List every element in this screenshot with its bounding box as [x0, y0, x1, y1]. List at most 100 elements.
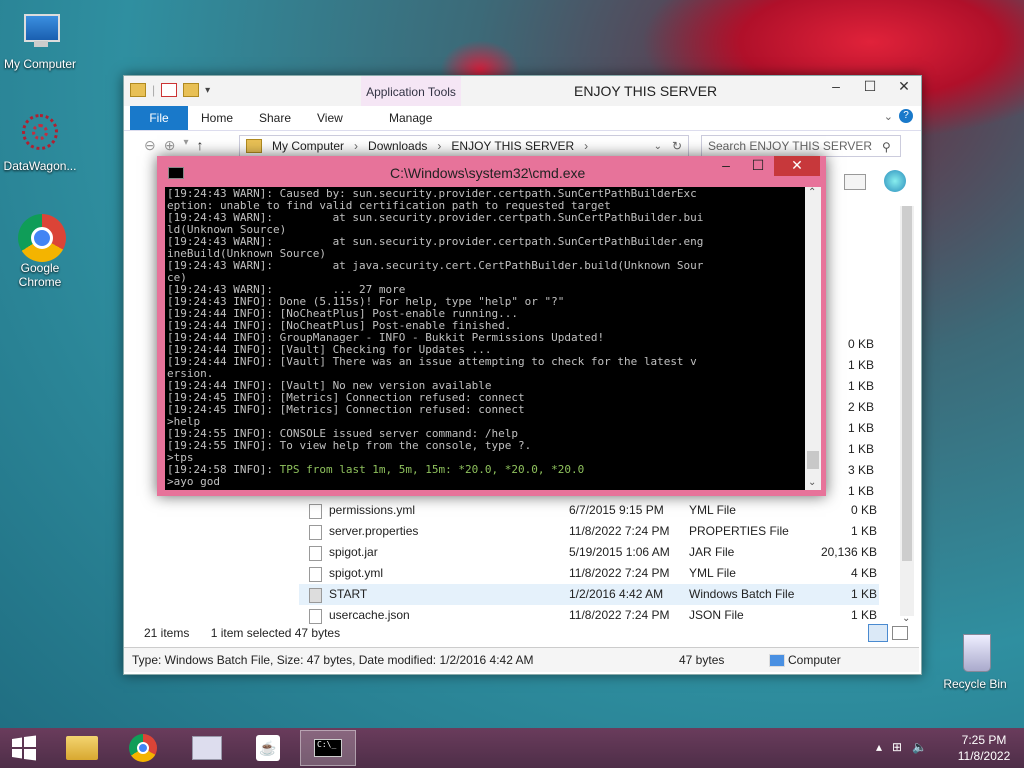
details-location: Computer [788, 653, 841, 667]
large-icons-view-icon[interactable] [892, 626, 908, 640]
minimize-button[interactable]: – [819, 76, 853, 98]
details-view-icon[interactable] [868, 624, 888, 642]
console-line: [19:24:55 INFO]: To view help from the c… [167, 439, 532, 452]
taskbar-java[interactable]: ☕ [240, 730, 296, 766]
console-line: [19:24:44 INFO]: [Vault] There was an is… [167, 355, 697, 368]
breadcrumb-item[interactable]: My Computer [272, 139, 344, 153]
search-input[interactable]: Search ENJOY THIS SERVER [701, 135, 901, 157]
file-type: JSON File [689, 608, 744, 622]
item-count: 21 items [144, 626, 190, 640]
cmd-icon [168, 167, 184, 179]
quick-access-toolbar: | ▾ [130, 83, 210, 97]
clock[interactable]: 7:25 PM 11/8/2022 [954, 732, 1014, 764]
file-name: spigot.jar [329, 545, 378, 559]
taskbar-task-manager[interactable] [178, 730, 234, 766]
start-button[interactable] [0, 730, 48, 766]
tab-manage[interactable]: Manage [389, 106, 432, 130]
chevron-right-icon[interactable]: › [354, 139, 358, 153]
close-button[interactable]: ✕ [887, 76, 921, 98]
taskbar-file-explorer[interactable] [54, 730, 110, 766]
windows-icon [12, 735, 36, 761]
breadcrumb-item[interactable]: ENJOY THIS SERVER [451, 139, 574, 153]
address-dropdown-icon[interactable]: ⌄ [654, 141, 662, 152]
folder-icon [246, 139, 262, 153]
scroll-up-icon[interactable]: ⌃ [808, 187, 816, 198]
close-button[interactable]: ✕ [774, 156, 820, 176]
cmd-titlebar[interactable]: C:\Windows\system32\cmd.exe – ☐ ✕ [157, 156, 826, 186]
details-size: 47 bytes [679, 653, 725, 667]
file-name: spigot.yml [329, 566, 384, 580]
expand-ribbon-icon[interactable]: ⌄ [884, 110, 893, 123]
folder-icon [66, 736, 98, 760]
list-item[interactable]: spigot.jar 5/19/2015 1:06 AM JAR File 20… [299, 542, 879, 563]
window-title: ENJOY THIS SERVER [574, 83, 718, 99]
list-item[interactable]: permissions.yml 6/7/2015 9:15 PM YML Fil… [299, 500, 879, 521]
desktop-icon-datawagon[interactable]: DataWagon... [0, 112, 80, 173]
datawagon-icon [18, 112, 62, 156]
network-icon[interactable]: ⊞ [892, 740, 902, 754]
minimize-button[interactable]: – [710, 156, 742, 176]
recent-locations-icon[interactable]: ▾ [183, 137, 188, 154]
refresh-icon[interactable]: ↻ [672, 139, 682, 153]
desktop-icon-label: My Computer [3, 57, 77, 71]
desktop-icon-recycle-bin[interactable]: Recycle Bin [935, 630, 1015, 691]
chevron-right-icon[interactable]: › [437, 139, 441, 153]
tab-file[interactable]: File [130, 106, 188, 130]
scroll-down-icon[interactable]: ⌄ [902, 613, 910, 624]
list-item-selected[interactable]: START 1/2/2016 4:42 AM Windows Batch Fil… [299, 584, 879, 605]
forward-icon[interactable]: ⊕ [164, 137, 176, 154]
file-size: 1 KB [850, 608, 877, 622]
file-date: 11/8/2022 7:24 PM [569, 608, 670, 622]
list-item[interactable]: server.properties 11/8/2022 7:24 PM PROP… [299, 521, 879, 542]
console-output[interactable]: [19:24:43 WARN]: Caused by: sun.security… [165, 187, 805, 490]
console-line: [19:24:43 WARN]: at java.security.cert.C… [167, 259, 704, 272]
taskbar: ☕ C:\_ ▴ ⊞ 🔈 7:25 PM 11/8/2022 [0, 728, 1024, 768]
cmd-window[interactable]: C:\Windows\system32\cmd.exe – ☐ ✕ [19:24… [157, 156, 826, 496]
tab-home[interactable]: Home [201, 106, 233, 130]
dropdown-icon[interactable]: ▾ [205, 85, 210, 96]
up-icon[interactable]: ↑ [197, 137, 204, 154]
taskbar-cmd[interactable]: C:\_ [300, 730, 356, 766]
properties-icon[interactable] [161, 83, 178, 97]
file-date: 11/8/2022 7:24 PM [569, 524, 670, 538]
scrollbar-thumb[interactable] [807, 451, 819, 469]
back-icon[interactable]: ⊖ [144, 137, 156, 154]
address-bar[interactable]: My Computer › Downloads › ENJOY THIS SER… [239, 135, 689, 157]
scrollbar-thumb[interactable] [902, 206, 912, 561]
scroll-down-icon[interactable]: ⌄ [808, 477, 816, 488]
desktop-icon-google-chrome[interactable]: Google Chrome [0, 214, 80, 289]
file-details: Type: Windows Batch File, Size: 47 bytes… [132, 653, 534, 667]
file-list-scrollbar[interactable]: ⌄ [900, 206, 914, 624]
maximize-button[interactable]: ☐ [742, 156, 774, 176]
details-bar: Type: Windows Batch File, Size: 47 bytes… [124, 647, 919, 672]
tab-share[interactable]: Share [259, 106, 291, 130]
explorer-titlebar[interactable]: | ▾ Application Tools ENJOY THIS SERVER … [124, 76, 921, 106]
file-date: 11/8/2022 7:24 PM [569, 566, 670, 580]
chevron-right-icon[interactable]: › [584, 139, 588, 153]
file-icon [309, 567, 322, 582]
breadcrumb-item[interactable]: Downloads [368, 139, 427, 153]
new-folder-icon[interactable] [183, 83, 200, 97]
list-item[interactable]: spigot.yml 11/8/2022 7:24 PM YML File 4 … [299, 563, 879, 584]
file-type: PROPERTIES File [689, 524, 789, 538]
desktop-icon-my-computer[interactable]: My Computer [0, 10, 80, 71]
preview-pane-icon[interactable] [844, 174, 866, 190]
computer-icon [769, 654, 785, 667]
volume-icon[interactable]: 🔈 [912, 740, 927, 754]
taskbar-chrome[interactable] [116, 730, 172, 766]
show-hidden-icons-icon[interactable]: ▴ [876, 740, 882, 754]
ribbon-tabs: File Home Share View Manage ⌄ ? [124, 106, 921, 131]
maximize-button[interactable]: ☐ [853, 76, 887, 98]
help-icon[interactable]: ? [899, 109, 913, 123]
tps-value: TPS from last 1m, 5m, 15m: *20.0, *20.0,… [279, 463, 585, 476]
desktop-icon-label: Google Chrome [18, 261, 62, 289]
recycle-bin-icon [953, 630, 997, 674]
file-date: 5/19/2015 1:06 AM [569, 545, 670, 559]
details-pane-icon[interactable] [884, 170, 906, 192]
console-scrollbar[interactable]: ⌃ ⌄ [805, 187, 821, 490]
file-type: Windows Batch File [689, 587, 795, 601]
list-item[interactable]: usercache.json 11/8/2022 7:24 PM JSON Fi… [299, 605, 879, 626]
file-date: 1/2/2016 4:42 AM [569, 587, 664, 601]
tab-view[interactable]: View [317, 106, 343, 130]
console-input-line[interactable]: >ayo god [167, 476, 805, 488]
